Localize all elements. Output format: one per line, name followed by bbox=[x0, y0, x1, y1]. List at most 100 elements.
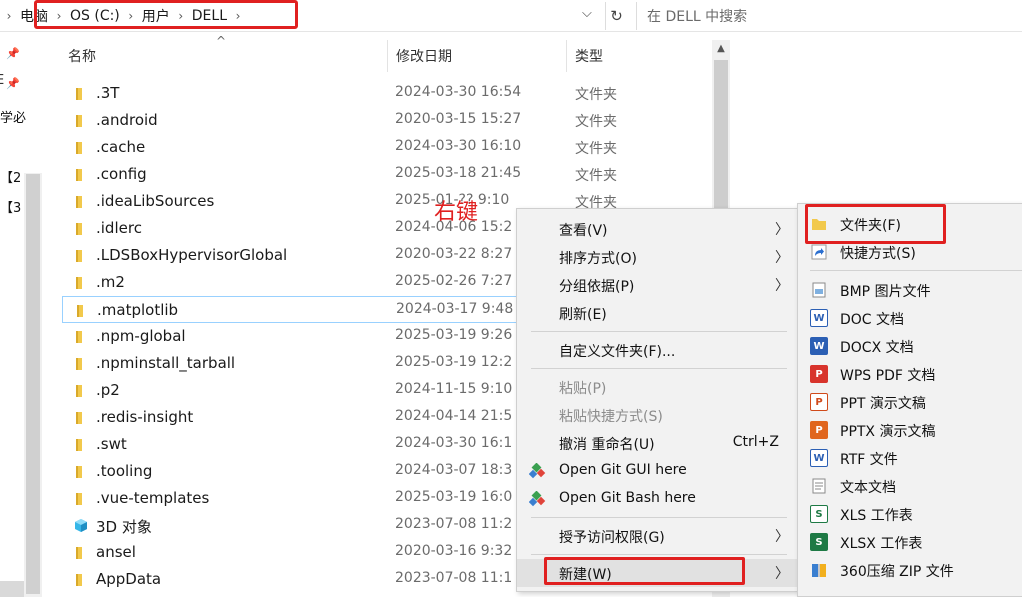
file-name: .npm-global bbox=[96, 327, 186, 345]
rtf-file-icon: W bbox=[810, 449, 828, 467]
submenu-item-label: DOC 文档 bbox=[840, 312, 905, 328]
column-divider[interactable] bbox=[566, 40, 567, 72]
submenu-item-label: DOCX 文档 bbox=[840, 340, 914, 356]
menu-separator bbox=[531, 517, 787, 518]
menu-item-view[interactable]: 查看(V) 〉 bbox=[517, 215, 797, 243]
menu-item-label: 粘贴快捷方式(S) bbox=[559, 409, 663, 425]
new-item-highlight-box bbox=[544, 557, 745, 585]
shortcut-icon bbox=[811, 244, 827, 260]
submenu-item-xls[interactable]: S XLS 工作表 bbox=[798, 500, 1022, 528]
submenu-item-label: XLSX 工作表 bbox=[840, 536, 923, 552]
menu-item-label: 查看(V) bbox=[559, 223, 608, 239]
folder-icon bbox=[76, 115, 82, 127]
file-date: 2025-03-19 9:26 bbox=[395, 327, 513, 343]
file-row[interactable]: .3T 2024-03-30 16:54 文件夹 bbox=[62, 80, 712, 107]
context-menu: 查看(V) 〉 排序方式(O) 〉 分组依据(P) 〉 刷新(E) 自定义文件夹… bbox=[516, 208, 798, 592]
zip-file-icon bbox=[812, 564, 826, 577]
right-click-annotation: 右键 bbox=[434, 200, 479, 225]
nav-item-selected[interactable] bbox=[0, 581, 24, 597]
file-name: .p2 bbox=[96, 381, 120, 399]
address-highlight-box bbox=[34, 0, 298, 29]
column-header-type[interactable]: 类型 bbox=[575, 40, 603, 72]
file-row[interactable]: .android 2020-03-15 15:27 文件夹 bbox=[62, 107, 712, 134]
file-date: 2023-07-08 11:1 bbox=[395, 570, 513, 586]
scroll-up-icon[interactable]: ▲ bbox=[712, 40, 730, 58]
git-gui-icon bbox=[529, 463, 546, 479]
file-row[interactable]: .cache 2024-03-30 16:10 文件夹 bbox=[62, 134, 712, 161]
menu-item-undo-rename[interactable]: 撤消 重命名(U) Ctrl+Z bbox=[517, 429, 797, 457]
search-input[interactable]: 在 DELL 中搜索 bbox=[636, 2, 1022, 30]
submenu-item-wps-pdf[interactable]: P WPS PDF 文档 bbox=[798, 360, 1022, 388]
folder-icon bbox=[76, 88, 82, 100]
file-name: .ideaLibSources bbox=[96, 192, 215, 210]
file-date: 2025-03-18 21:45 bbox=[395, 165, 522, 181]
file-type: 文件夹 bbox=[575, 87, 617, 103]
submenu-item-pptx[interactable]: P PPTX 演示文稿 bbox=[798, 416, 1022, 444]
column-header-name[interactable]: 名称 bbox=[68, 40, 96, 72]
folder-icon bbox=[76, 142, 82, 154]
chevron-right-icon: 〉 bbox=[775, 222, 789, 238]
menu-separator bbox=[531, 331, 787, 332]
submenu-item-zip[interactable]: 360压缩 ZIP 文件 bbox=[798, 556, 1022, 584]
menu-item-refresh[interactable]: 刷新(E) bbox=[517, 299, 797, 327]
chevron-right-icon[interactable]: › bbox=[0, 9, 18, 23]
file-name: ansel bbox=[96, 543, 136, 561]
pin-icon[interactable]: 📌 bbox=[6, 77, 20, 90]
menu-item-label: 分组依据(P) bbox=[559, 279, 635, 295]
folder-icon bbox=[76, 277, 82, 289]
file-date: 2024-03-30 16:10 bbox=[395, 138, 522, 154]
folder-item-highlight-box bbox=[805, 204, 946, 244]
submenu-item-doc[interactable]: W DOC 文档 bbox=[798, 304, 1022, 332]
chevron-right-icon: 〉 bbox=[775, 529, 789, 545]
menu-item-git-bash[interactable]: Open Git Bash here bbox=[517, 485, 797, 513]
submenu-item-ppt[interactable]: P PPT 演示文稿 bbox=[798, 388, 1022, 416]
folder-icon bbox=[76, 169, 82, 181]
file-date: 2024-11-15 9:10 bbox=[395, 381, 513, 397]
menu-item-customize-folder[interactable]: 自定义文件夹(F)... bbox=[517, 336, 797, 364]
file-date: 2025-03-19 16:0 bbox=[395, 489, 513, 505]
file-type: 文件夹 bbox=[575, 141, 617, 157]
submenu-item-label: RTF 文件 bbox=[840, 452, 898, 468]
folder-icon bbox=[76, 574, 82, 586]
nav-item-partial[interactable]: 学必 bbox=[0, 107, 26, 126]
folder-icon bbox=[76, 250, 82, 262]
nav-item-partial[interactable]: 【3 bbox=[0, 197, 21, 216]
bmp-file-icon bbox=[812, 282, 826, 298]
submenu-item-label: PPT 演示文稿 bbox=[840, 396, 926, 412]
file-date: 2024-03-30 16:1 bbox=[395, 435, 513, 451]
menu-item-sort-by[interactable]: 排序方式(O) 〉 bbox=[517, 243, 797, 271]
xlsx-file-icon: S bbox=[810, 533, 828, 551]
submenu-item-rtf[interactable]: W RTF 文件 bbox=[798, 444, 1022, 472]
nav-item-partial[interactable]: 【2 bbox=[0, 167, 21, 186]
submenu-item-bmp[interactable]: BMP 图片文件 bbox=[798, 276, 1022, 304]
menu-separator bbox=[531, 554, 787, 555]
doc-file-icon: W bbox=[810, 309, 828, 327]
wps-pdf-icon: P bbox=[810, 365, 828, 383]
file-type: 文件夹 bbox=[575, 114, 617, 130]
pptx-file-icon: P bbox=[810, 421, 828, 439]
column-header-date[interactable]: 修改日期 bbox=[396, 40, 452, 72]
submenu-item-text[interactable]: 文本文档 bbox=[798, 472, 1022, 500]
nav-item-partial[interactable]: E bbox=[0, 73, 4, 88]
submenu-item-label: PPTX 演示文稿 bbox=[840, 424, 936, 440]
column-divider[interactable] bbox=[387, 40, 388, 72]
file-row[interactable]: .config 2025-03-18 21:45 文件夹 bbox=[62, 161, 712, 188]
submenu-item-xlsx[interactable]: S XLSX 工作表 bbox=[798, 528, 1022, 556]
nav-scrollbar-thumb[interactable] bbox=[26, 174, 40, 594]
folder-icon bbox=[76, 412, 82, 424]
docx-file-icon: W bbox=[810, 337, 828, 355]
submenu-item-label: 360压缩 ZIP 文件 bbox=[840, 564, 954, 580]
menu-item-give-access[interactable]: 授予访问权限(G) 〉 bbox=[517, 522, 797, 550]
submenu-item-label: WPS PDF 文档 bbox=[840, 368, 936, 384]
file-name: .npminstall_tarball bbox=[96, 354, 236, 372]
chevron-right-icon: 〉 bbox=[775, 250, 789, 266]
refresh-icon[interactable]: ↻ bbox=[605, 2, 627, 30]
menu-item-git-gui[interactable]: Open Git GUI here bbox=[517, 457, 797, 485]
folder-icon bbox=[76, 547, 82, 559]
submenu-item-docx[interactable]: W DOCX 文档 bbox=[798, 332, 1022, 360]
menu-item-group-by[interactable]: 分组依据(P) 〉 bbox=[517, 271, 797, 299]
chevron-down-icon[interactable]: ⌵ bbox=[582, 6, 592, 21]
file-name: .m2 bbox=[96, 273, 125, 291]
chevron-right-icon: 〉 bbox=[775, 278, 789, 294]
pin-icon[interactable]: 📌 bbox=[6, 47, 20, 60]
